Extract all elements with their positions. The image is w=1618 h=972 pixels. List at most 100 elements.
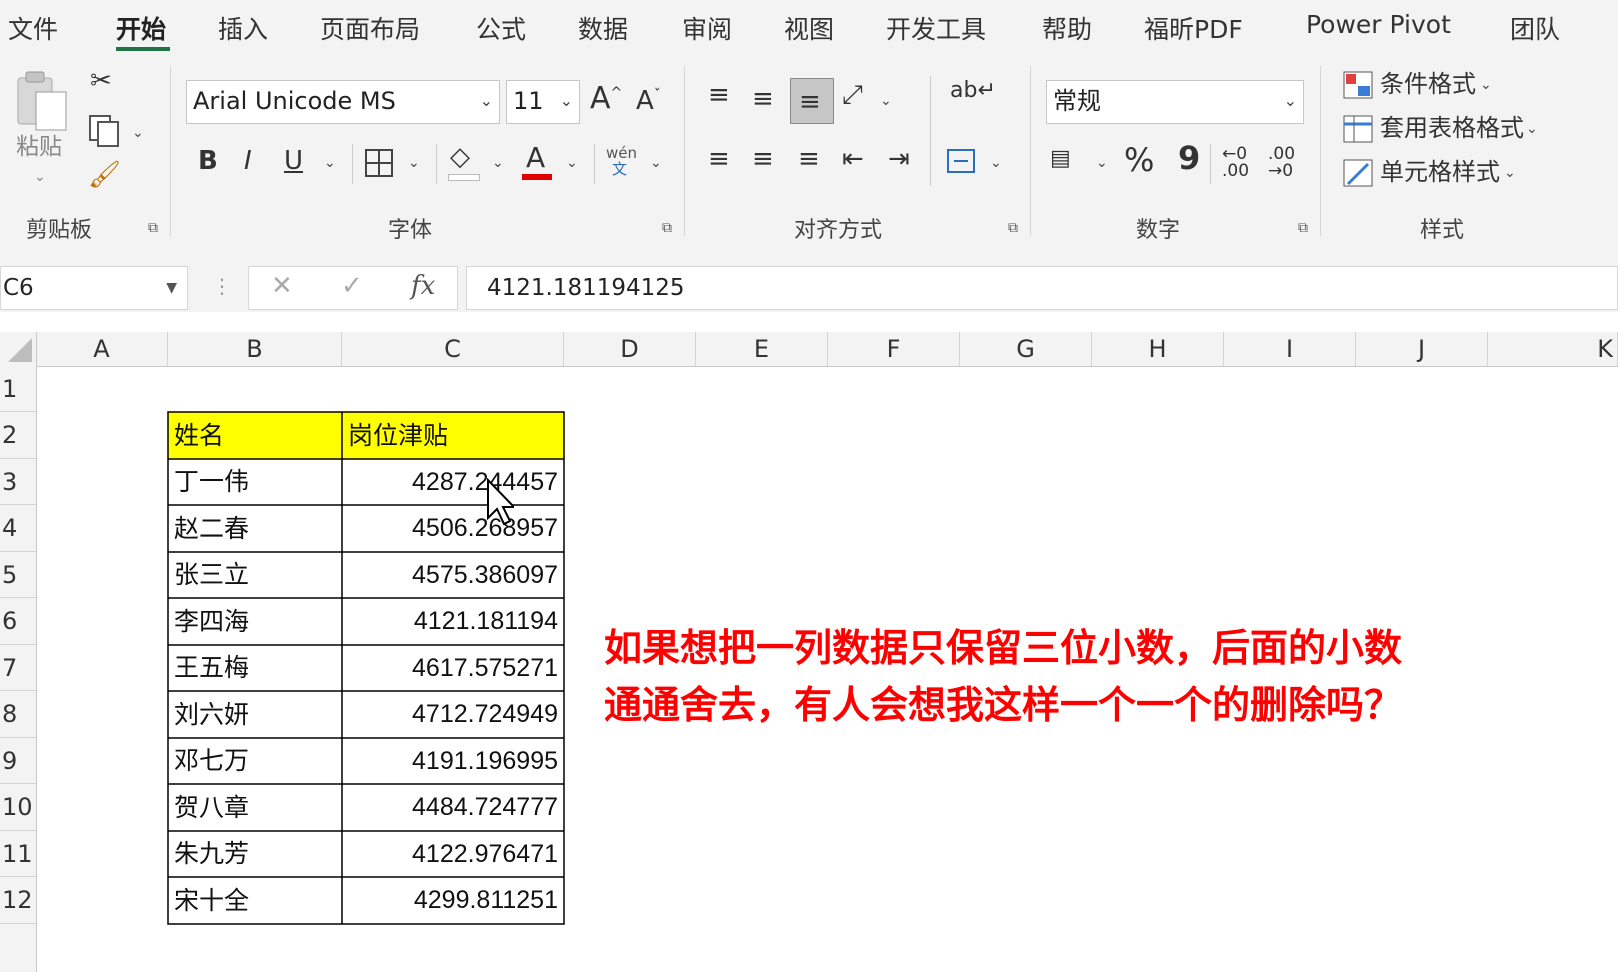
align-top-icon[interactable]: ≡ bbox=[708, 82, 730, 108]
column-header-j[interactable]: J bbox=[1356, 332, 1488, 366]
tab-home[interactable]: 开始 bbox=[116, 10, 166, 46]
row-header[interactable]: 1 bbox=[0, 366, 36, 412]
decrease-decimal-icon[interactable]: .00 →0 bbox=[1268, 146, 1295, 180]
decrease-indent-icon[interactable]: ⇤ bbox=[842, 146, 864, 172]
copy-icon[interactable] bbox=[88, 114, 122, 148]
name-cell[interactable]: 邓七万 bbox=[168, 738, 342, 784]
font-size-select[interactable]: 11 ⌄ bbox=[506, 80, 580, 124]
tab-review[interactable]: 审阅 bbox=[682, 10, 732, 46]
align-left-icon[interactable]: ≡ bbox=[708, 146, 730, 172]
table-format-button[interactable]: 套用表格格式 bbox=[1380, 116, 1524, 140]
row-header[interactable]: 8 bbox=[0, 691, 36, 738]
name-cell[interactable]: 朱九芳 bbox=[168, 831, 342, 877]
merge-dropdown-icon[interactable]: ⌄ bbox=[990, 156, 1002, 170]
borders-icon[interactable] bbox=[364, 148, 394, 178]
name-cell[interactable]: 宋十全 bbox=[168, 877, 342, 924]
cancel-icon[interactable]: ✕ bbox=[271, 271, 293, 301]
align-bottom-button[interactable]: ≡ bbox=[790, 78, 834, 124]
align-right-icon[interactable]: ≡ bbox=[798, 146, 820, 172]
name-cell[interactable]: 张三立 bbox=[168, 552, 342, 598]
paste-label[interactable]: 粘贴 bbox=[16, 136, 62, 159]
font-color-icon[interactable]: A bbox=[526, 144, 545, 172]
allowance-cell[interactable]: 4506.268957 bbox=[342, 505, 564, 552]
allowance-cell[interactable]: 4484.724777 bbox=[342, 784, 564, 831]
tab-help[interactable]: 帮助 bbox=[1042, 10, 1092, 46]
insert-function-icon[interactable]: fx bbox=[411, 271, 435, 301]
wrap-text-icon[interactable]: ab↵ bbox=[950, 80, 996, 102]
clipboard-launcher-icon[interactable]: ⧉ bbox=[148, 220, 158, 236]
tab-formulas[interactable]: 公式 bbox=[476, 10, 526, 46]
column-header-k[interactable]: K bbox=[1488, 332, 1618, 366]
align-middle-icon[interactable]: ≡ bbox=[752, 86, 774, 112]
name-cell[interactable]: 刘六妍 bbox=[168, 691, 342, 738]
font-color-dropdown-icon[interactable]: ⌄ bbox=[566, 156, 578, 170]
increase-indent-icon[interactable]: ⇥ bbox=[888, 146, 910, 172]
allowance-cell[interactable]: 4575.386097 bbox=[342, 552, 564, 598]
row-header[interactable]: 7 bbox=[0, 645, 36, 691]
row-header[interactable]: 2 bbox=[0, 412, 36, 459]
allowance-cell[interactable]: 4122.976471 bbox=[342, 831, 564, 877]
allowance-cell[interactable]: 4299.811251 bbox=[342, 877, 564, 924]
merge-center-icon[interactable] bbox=[946, 146, 976, 176]
column-header-f[interactable]: F bbox=[828, 332, 960, 366]
borders-dropdown-icon[interactable]: ⌄ bbox=[408, 156, 420, 170]
allowance-cell[interactable]: 4712.724949 bbox=[342, 691, 564, 738]
tab-page-layout[interactable]: 页面布局 bbox=[320, 10, 420, 46]
phonetic-guide-icon[interactable]: wén bbox=[606, 146, 637, 161]
percent-style-icon[interactable]: % bbox=[1124, 144, 1154, 176]
copy-dropdown-icon[interactable]: ⌄ bbox=[132, 126, 144, 140]
tab-view[interactable]: 视图 bbox=[784, 10, 834, 46]
row-header[interactable]: 4 bbox=[0, 505, 36, 552]
accounting-dropdown-icon[interactable]: ⌄ bbox=[1096, 156, 1108, 170]
header-name[interactable]: 姓名 bbox=[168, 412, 342, 459]
row-header[interactable]: 11 bbox=[0, 831, 36, 877]
select-all-button[interactable] bbox=[0, 332, 37, 366]
tab-developer[interactable]: 开发工具 bbox=[886, 10, 986, 46]
column-header-e[interactable]: E bbox=[696, 332, 828, 366]
column-header-i[interactable]: I bbox=[1224, 332, 1356, 366]
row-header[interactable]: 5 bbox=[0, 552, 36, 598]
allowance-cell[interactable]: 4287.244457 bbox=[342, 459, 564, 505]
row-header[interactable]: 12 bbox=[0, 877, 36, 924]
phonetic-dropdown-icon[interactable]: ⌄ bbox=[650, 156, 662, 170]
chevron-down-icon[interactable]: ⌄ bbox=[1480, 78, 1492, 92]
number-format-select[interactable]: 常规 ⌄ bbox=[1046, 80, 1304, 124]
name-cell[interactable]: 丁一伟 bbox=[168, 459, 342, 505]
chevron-down-icon[interactable]: ⌄ bbox=[1526, 122, 1538, 136]
bold-icon[interactable]: B bbox=[198, 148, 218, 174]
accounting-format-icon[interactable]: ▤ bbox=[1050, 148, 1071, 170]
tab-power-pivot[interactable]: Power Pivot bbox=[1306, 10, 1451, 39]
name-cell[interactable]: 王五梅 bbox=[168, 645, 342, 691]
fill-color-dropdown-icon[interactable]: ⌄ bbox=[492, 156, 504, 170]
name-cell[interactable]: 贺八章 bbox=[168, 784, 342, 831]
row-header[interactable]: 10 bbox=[0, 784, 36, 831]
name-cell[interactable]: 赵二春 bbox=[168, 505, 342, 552]
tab-data[interactable]: 数据 bbox=[578, 10, 628, 46]
column-header-d[interactable]: D bbox=[564, 332, 696, 366]
header-allowance[interactable]: 岗位津贴 bbox=[342, 412, 564, 459]
format-painter-icon[interactable]: 🖌 bbox=[88, 162, 121, 188]
column-header-a[interactable]: A bbox=[36, 332, 168, 366]
number-launcher-icon[interactable]: ⧉ bbox=[1298, 220, 1308, 236]
allowance-cell-selected[interactable]: 4121.181194 bbox=[342, 598, 564, 645]
align-center-icon[interactable]: ≡ bbox=[752, 146, 774, 172]
column-header-g[interactable]: G bbox=[960, 332, 1092, 366]
row-header[interactable]: 6 bbox=[0, 598, 36, 645]
alignment-launcher-icon[interactable]: ⧉ bbox=[1008, 220, 1018, 236]
tab-foxit-pdf[interactable]: 福昕PDF bbox=[1144, 10, 1243, 46]
paste-icon[interactable] bbox=[14, 70, 72, 134]
conditional-format-button[interactable]: 条件格式 bbox=[1380, 72, 1476, 96]
font-name-select[interactable]: Arial Unicode MS ⌄ bbox=[186, 80, 500, 124]
decrease-font-size-icon[interactable]: Aˇ bbox=[636, 88, 661, 114]
orientation-icon[interactable]: ⤢ bbox=[842, 82, 863, 108]
font-launcher-icon[interactable]: ⧉ bbox=[662, 220, 672, 236]
allowance-cell[interactable]: 4191.196995 bbox=[342, 738, 564, 784]
orientation-dropdown-icon[interactable]: ⌄ bbox=[880, 94, 892, 108]
tab-team[interactable]: 团队 bbox=[1510, 10, 1560, 46]
formula-input[interactable]: 4121.181194125 bbox=[466, 266, 1618, 310]
row-header[interactable]: 3 bbox=[0, 459, 36, 505]
italic-icon[interactable]: I bbox=[244, 148, 252, 174]
underline-icon[interactable]: U bbox=[284, 148, 303, 174]
comma-style-icon[interactable]: 9 bbox=[1178, 142, 1200, 174]
column-header-b[interactable]: B bbox=[168, 332, 342, 366]
